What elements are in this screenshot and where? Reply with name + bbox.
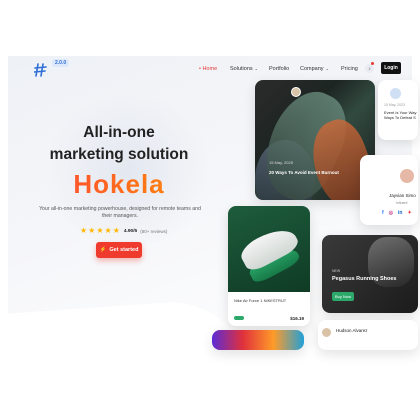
product-image	[228, 206, 310, 292]
nav-company[interactable]: Company ⌄	[300, 66, 329, 72]
nav-company-label: Company	[300, 66, 324, 72]
notification-dot	[371, 62, 374, 65]
hero-title-line2: marketing solution	[49, 146, 189, 163]
nav-home-label: • Home	[199, 66, 218, 72]
nav-portfolio[interactable]: Portfolio	[269, 66, 289, 72]
promo-title: Pegasus Running Shoes	[332, 276, 397, 282]
star-icon: ★	[112, 226, 120, 235]
version-badge: 2.0.0	[52, 59, 70, 67]
facebook-icon[interactable]: f	[382, 210, 384, 216]
logo-icon[interactable]	[34, 62, 48, 78]
mini-article-title: Event Is Your Way Ways To Defeat S	[384, 110, 417, 120]
hero-subtitle: Your all-in-one marketing powerhouse, de…	[39, 206, 201, 219]
article-card[interactable]: 15 May, 2025 20 Ways To Avoid Event Burn…	[255, 80, 375, 200]
star-icon: ★	[96, 226, 104, 235]
profile-card[interactable]: Jayvian Simo Influent f ◎ in ✦	[360, 155, 418, 225]
nav-solutions-label: Solutions	[230, 66, 253, 72]
linkedin-icon[interactable]: in	[398, 210, 402, 216]
mini-article-date: 15 May, 2023	[384, 103, 405, 107]
profile-role: Influent	[396, 201, 408, 205]
article-date: 15 May, 2025	[269, 160, 293, 165]
product-title: Nike Air Force 1 NIKESTRUT	[234, 298, 287, 303]
star-icon: ★	[88, 226, 96, 235]
nav-portfolio-label: Portfolio	[269, 66, 290, 72]
rating-score: 4.90/5	[123, 228, 138, 234]
art-card[interactable]	[212, 330, 304, 350]
person-card[interactable]: Hudson Alvarez	[318, 320, 418, 350]
nav-home[interactable]: • Home	[199, 66, 217, 72]
product-tag	[234, 316, 244, 320]
social-links: f ◎ in ✦	[382, 210, 412, 216]
rating-reviews: (80+ reviews)	[140, 228, 168, 234]
instagram-icon[interactable]: ◎	[389, 210, 393, 216]
dribbble-icon[interactable]: ✦	[408, 210, 412, 216]
buy-now-button[interactable]: Buy Now	[332, 292, 354, 301]
nav-solutions[interactable]: Solutions ⌄	[230, 66, 258, 72]
avatar	[390, 88, 401, 99]
bell-icon[interactable]: ♪	[365, 64, 374, 73]
brand-name: Hokela	[8, 169, 230, 200]
product-card[interactable]: Nike Air Force 1 NIKESTRUT $16.19	[228, 206, 310, 326]
star-icon: ★	[104, 226, 112, 235]
person-name: Hudson Alvarez	[336, 328, 368, 333]
avatar	[400, 169, 414, 183]
get-started-label: Get started	[109, 247, 139, 253]
chevron-down-icon: ⌄	[254, 66, 258, 71]
rating: ★ ★ ★ ★ ★ 4.90/5 (80+ reviews)	[80, 227, 167, 235]
bolt-icon: ⚡	[99, 247, 107, 253]
nav-pricing[interactable]: Pricing	[341, 66, 358, 72]
mini-article-card[interactable]: 15 May, 2023 Event Is Your Way Ways To D…	[378, 80, 418, 140]
profile-name: Jayvian Simo	[389, 193, 416, 198]
article-title: 20 Ways To Avoid Event Burnout	[269, 170, 339, 175]
promo-card[interactable]: NEW Pegasus Running Shoes Buy Now	[322, 235, 418, 313]
avatar	[291, 87, 301, 97]
login-button[interactable]: Login	[381, 62, 401, 74]
promo-badge: NEW	[332, 269, 341, 273]
star-icon: ★	[80, 226, 88, 235]
product-price: $16.19	[290, 316, 304, 321]
avatar	[322, 328, 331, 337]
chevron-down-icon: ⌄	[325, 66, 329, 71]
get-started-button[interactable]: ⚡ Get started	[96, 242, 142, 258]
hero-title-line1: All-in-one	[83, 124, 155, 141]
nav-pricing-label: Pricing	[341, 66, 358, 72]
